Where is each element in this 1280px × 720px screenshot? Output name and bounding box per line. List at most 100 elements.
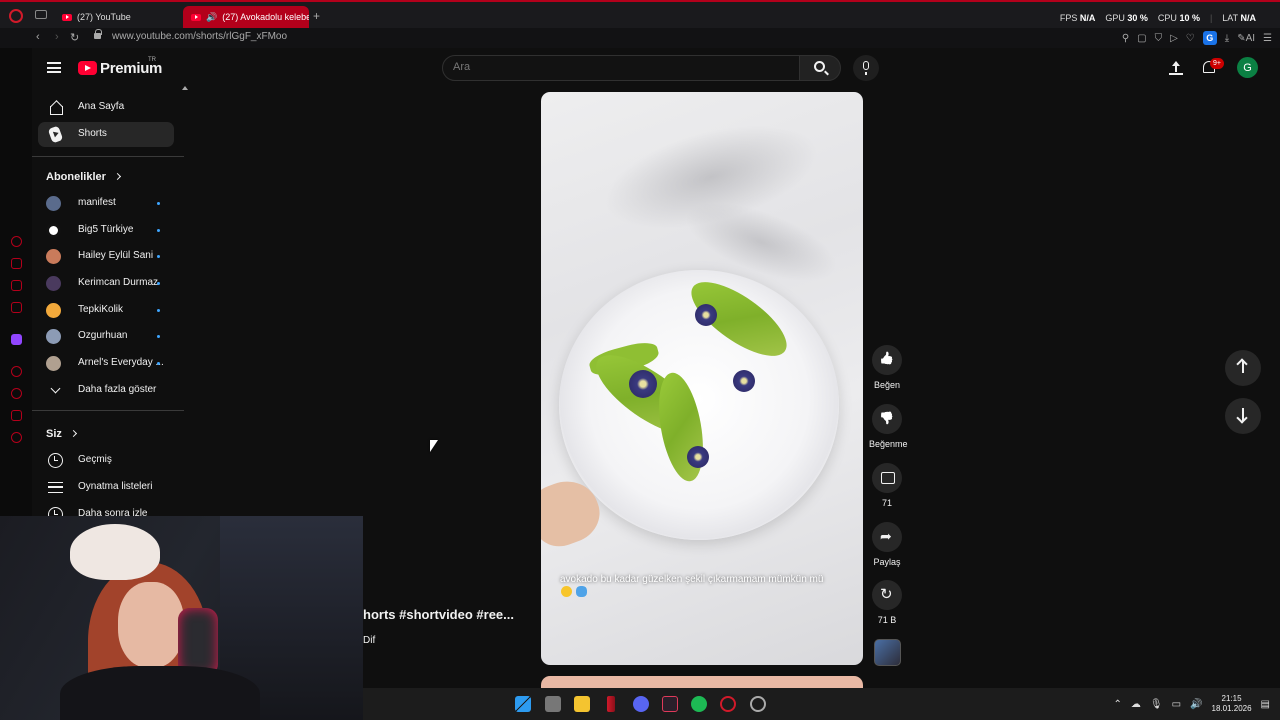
sidebar-extensions-icon[interactable]: [11, 410, 22, 421]
search-box: [442, 55, 800, 81]
sidebar-twitch-icon[interactable]: [11, 334, 22, 345]
new-content-dot: [157, 282, 160, 285]
shield-icon[interactable]: ⛉: [1155, 33, 1163, 44]
sidebar-settings-icon[interactable]: [11, 432, 22, 443]
tab-title: (27) YouTube: [77, 12, 131, 22]
screen: (27) YouTube 🔊 (27) Avokadolu kelebek + …: [0, 0, 1280, 720]
volume-icon[interactable]: 🔊: [1190, 699, 1202, 710]
mic-tray-icon[interactable]: 🎙: [1150, 699, 1163, 710]
subscription-item[interactable]: Kerimcan Durmaz: [38, 271, 174, 296]
heart-icon[interactable]: ♡: [1186, 33, 1195, 44]
remix-button[interactable]: 71 B: [869, 580, 905, 625]
discord-icon[interactable]: [633, 696, 649, 712]
guide-scroll-up-icon[interactable]: [182, 86, 188, 90]
you-title-text: Siz: [46, 428, 62, 440]
subscription-item[interactable]: manifest: [38, 191, 174, 216]
shorts-icon: [47, 125, 64, 144]
windows-start-icon[interactable]: [515, 696, 531, 712]
guide-item-home[interactable]: Ana Sayfa: [38, 95, 174, 120]
comments-button[interactable]: 71: [869, 463, 905, 508]
spotify-icon[interactable]: [691, 696, 707, 712]
network-icon[interactable]: ▭: [1172, 699, 1181, 710]
previous-short-button[interactable]: [1225, 350, 1261, 386]
clock[interactable]: 21:15 18.01.2026: [1212, 694, 1252, 714]
smile-emoji-icon: [561, 586, 572, 597]
notifications-icon[interactable]: ▤: [1261, 699, 1270, 710]
bunny-headphones: [70, 524, 160, 580]
subscription-item[interactable]: TepkiKolik: [38, 298, 174, 323]
profile-icon[interactable]: G: [1202, 31, 1217, 45]
arrow-down-head: [1236, 412, 1248, 424]
reload-icon[interactable]: ↻: [70, 31, 79, 44]
show-more-label: Daha fazla göster: [78, 384, 157, 395]
next-short-button[interactable]: [1225, 398, 1261, 434]
channel-name: Ozgurhuan: [78, 330, 128, 341]
browser-tab-bar: (27) YouTube 🔊 (27) Avokadolu kelebek + …: [0, 0, 1280, 28]
snapshot-icon[interactable]: ▢: [1137, 33, 1146, 44]
guide-item-shorts[interactable]: Shorts: [38, 122, 174, 147]
dislike-label: Beğenme: [869, 439, 908, 449]
download-icon[interactable]: ⤓: [1225, 33, 1229, 44]
subscription-item[interactable]: Hailey Eylül Sani: [38, 244, 174, 269]
sidebar-player-icon[interactable]: [11, 366, 22, 377]
sidebar-bag-icon[interactable]: [11, 258, 22, 269]
streamer-face: [118, 582, 184, 668]
channel-avatar: [46, 249, 61, 264]
tray-overflow-icon[interactable]: ⌃: [1114, 699, 1122, 710]
new-content-dot: [157, 362, 160, 365]
subscriptions-title[interactable]: Abonelikler: [46, 171, 121, 183]
new-content-dot: [157, 255, 160, 258]
sidebar-aria-icon[interactable]: [11, 236, 22, 247]
valorant-icon[interactable]: [662, 696, 678, 712]
play-icon[interactable]: ▷: [1170, 33, 1178, 44]
opera-gx-icon[interactable]: [720, 696, 736, 712]
voice-search-button[interactable]: [853, 55, 879, 81]
new-tab-button[interactable]: +: [313, 9, 320, 23]
speaker-icon[interactable]: 🔊: [206, 12, 217, 23]
account-avatar[interactable]: G: [1237, 57, 1258, 78]
sidebar-messenger-icon[interactable]: [11, 302, 22, 313]
netflix-icon[interactable]: [607, 696, 615, 712]
menu-icon[interactable]: ☰: [1263, 33, 1272, 44]
guide-menu-icon[interactable]: [47, 62, 61, 73]
search-input[interactable]: [453, 61, 783, 73]
guide-item-history[interactable]: Geçmiş: [38, 448, 174, 473]
short-title-partial[interactable]: horts #shortvideo #ree...: [363, 607, 514, 622]
subscription-item[interactable]: Big5 Türkiye: [38, 218, 174, 243]
streamer-body: [60, 666, 260, 720]
playlists-icon: [48, 482, 63, 493]
like-button[interactable]: Beğen: [869, 345, 905, 390]
tab-youtube[interactable]: (27) YouTube: [54, 6, 180, 28]
youtube-logo-icon[interactable]: [78, 61, 97, 75]
share-button[interactable]: Paylaş: [869, 522, 905, 567]
channel-name-partial[interactable]: Dif: [363, 635, 375, 646]
shorts-video-player[interactable]: avokado bu kadar güzelken şekil çıkarmam…: [541, 92, 863, 665]
sidebar-history-icon[interactable]: [11, 388, 22, 399]
dislike-button[interactable]: Beğenme: [869, 404, 908, 449]
microphone-icon: [863, 61, 869, 75]
clock-time: 21:15: [1221, 694, 1242, 703]
opera-logo-icon[interactable]: [9, 9, 23, 23]
file-explorer-icon[interactable]: [574, 696, 590, 712]
back-icon[interactable]: ‹: [36, 31, 40, 43]
search-button[interactable]: [799, 55, 841, 81]
app-icon[interactable]: [750, 696, 766, 712]
ai-label: AI: [1245, 32, 1256, 44]
ai-button[interactable]: ✎AI: [1237, 33, 1255, 44]
cloud-icon[interactable]: ☁: [1131, 699, 1141, 710]
tab-avokadolu[interactable]: 🔊 (27) Avokadolu kelebek: [183, 6, 309, 28]
subscription-item[interactable]: Arnel's Everyday ...: [38, 351, 174, 376]
search-icon: [814, 61, 825, 72]
guide-item-playlists[interactable]: Oynatma listeleri: [38, 475, 174, 500]
history-icon: [48, 453, 63, 468]
workspaces-icon[interactable]: [35, 10, 47, 19]
sound-thumbnail[interactable]: [874, 639, 901, 666]
you-title[interactable]: Siz: [46, 428, 77, 440]
subscription-item[interactable]: Ozgurhuan: [38, 324, 174, 349]
forward-icon[interactable]: ›: [55, 31, 59, 43]
sidebar-chat-icon[interactable]: [11, 280, 22, 291]
task-view-icon[interactable]: [545, 696, 561, 712]
url-text[interactable]: www.youtube.com/shorts/rlGgF_xFMoo: [112, 31, 287, 42]
pin-icon[interactable]: ⚲: [1122, 33, 1129, 44]
show-more-button[interactable]: Daha fazla göster: [38, 378, 174, 403]
